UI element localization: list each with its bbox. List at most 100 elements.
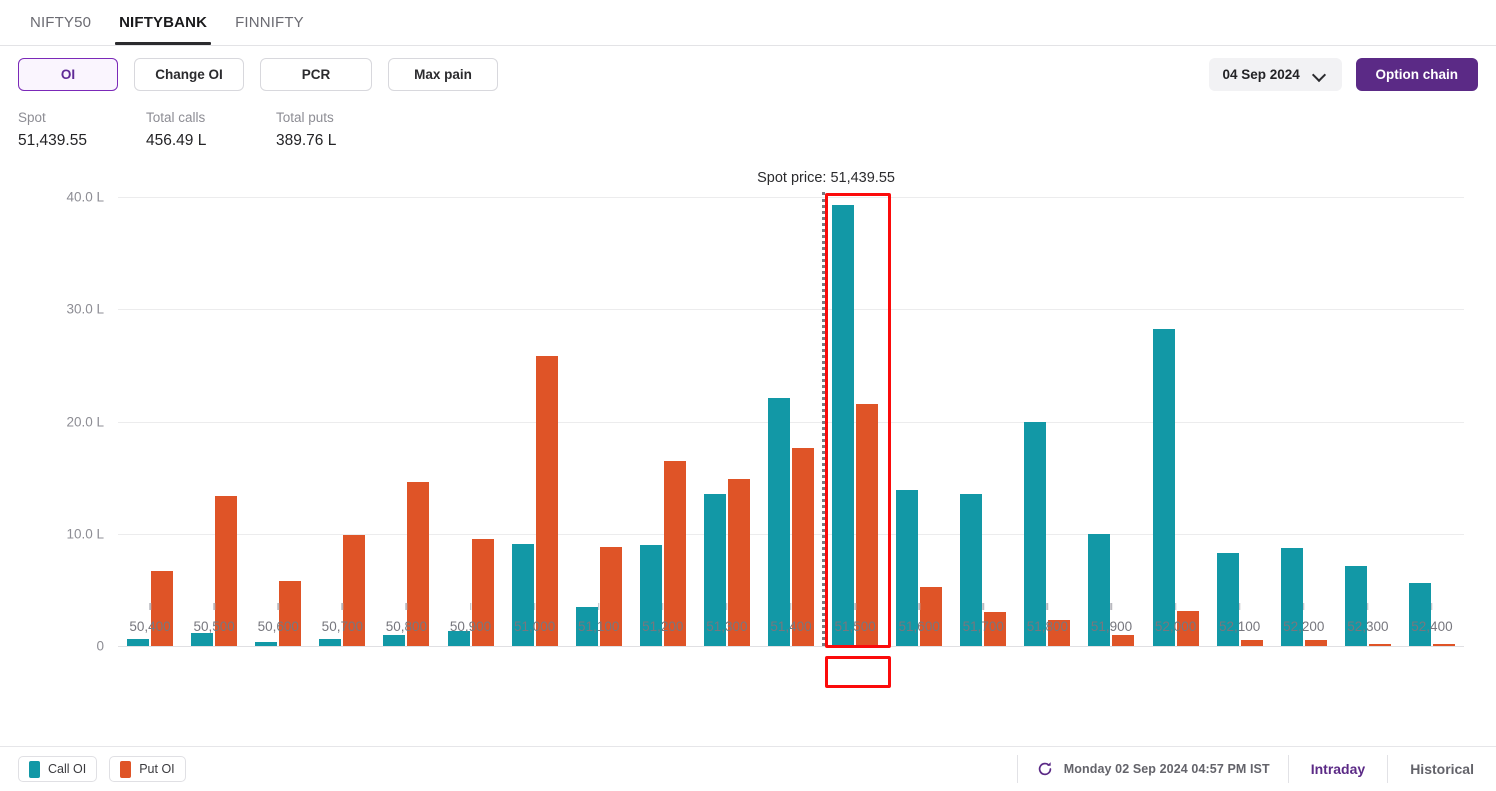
bar-put-oi[interactable] [1304, 640, 1327, 646]
bar-call-oi[interactable] [1152, 329, 1175, 646]
x-axis-tick-label: 50,400 [129, 619, 171, 634]
chart-category[interactable]: 51,500 [823, 168, 887, 646]
chart-category[interactable]: 50,600 [246, 168, 310, 646]
footer-link-intraday[interactable]: Intraday [1307, 761, 1369, 777]
metric-button-max-pain[interactable]: Max pain [388, 58, 498, 91]
legend-item-put-oi[interactable]: Put OI [109, 756, 186, 782]
option-chain-button[interactable]: Option chain [1355, 58, 1478, 91]
bar-call-oi[interactable] [832, 204, 855, 646]
x-axis-tick [662, 603, 664, 610]
bar-call-oi[interactable] [319, 639, 342, 646]
footer-divider-3 [1387, 755, 1389, 783]
y-axis-tick-label: 40.0 L [66, 189, 104, 205]
metric-button-oi[interactable]: OI [18, 58, 118, 91]
legend-swatch [120, 760, 132, 778]
footer-link-historical[interactable]: Historical [1406, 761, 1478, 777]
chart-category[interactable]: 50,400 [118, 168, 182, 646]
x-axis-tick-label: 52,100 [1219, 619, 1261, 634]
bar-put-oi[interactable] [1432, 643, 1455, 646]
x-axis-tick-label: 52,000 [1154, 619, 1197, 634]
bar-group [1144, 168, 1208, 646]
chart-categories: 50,400 50,500 50,600 50,700 50,800 50,900 51,0… [118, 168, 1464, 688]
chart-category[interactable]: 50,700 [310, 168, 374, 646]
chart-category[interactable]: 50,900 [438, 168, 502, 646]
y-axis-tick-label: 0 [96, 638, 104, 654]
stat-label: Spot [18, 110, 46, 125]
chart-category[interactable]: 50,500 [182, 168, 246, 646]
bar-put-oi[interactable] [151, 570, 174, 646]
bar-group [1079, 168, 1143, 646]
legend-item-call-oi[interactable]: Call OI [18, 756, 98, 782]
index-tabbar: NIFTY50 NIFTYBANK FINNIFTY [0, 0, 1496, 46]
oi-chart: 0 10.0 L 20.0 L 30.0 L 40.0 L 50,400 50,500 50… [0, 168, 1496, 746]
x-axis-tick [213, 603, 215, 610]
bar-call-oi[interactable] [383, 634, 406, 646]
expiry-date-select[interactable]: 04 Sep 2024 [1208, 58, 1342, 91]
summary-stats: Spot 51,439.55 Total calls 456.49 L Total pu… [18, 108, 416, 152]
legend-label: Put OI [139, 762, 175, 776]
bar-group [438, 168, 502, 646]
chart-legend: Call OI Put OI [18, 756, 186, 782]
bar-group [887, 168, 951, 646]
bar-put-oi[interactable] [1112, 634, 1135, 646]
chart-category[interactable]: 52,100 [1208, 168, 1272, 646]
bar-put-oi[interactable] [1240, 640, 1263, 646]
chart-category[interactable]: 52,300 [1336, 168, 1400, 646]
bar-call-oi[interactable] [1024, 421, 1047, 646]
tab-nifty50[interactable]: NIFTY50 [16, 0, 105, 44]
bar-call-oi[interactable] [127, 639, 150, 646]
x-axis-tick-label: 50,600 [257, 619, 299, 634]
chart-category[interactable]: 51,200 [631, 168, 695, 646]
chart-category[interactable]: 51,700 [951, 168, 1015, 646]
chart-footer: Call OI Put OI Monday 02 Sep 2024 04:57 P… [0, 746, 1496, 791]
bar-put-oi[interactable] [856, 403, 879, 646]
chart-category[interactable]: 51,100 [567, 168, 631, 646]
bar-group [951, 168, 1015, 646]
metric-button-change-oi[interactable]: Change OI [134, 58, 244, 91]
chart-category[interactable]: 52,400 [1400, 168, 1464, 646]
bar-call-oi[interactable] [255, 641, 278, 646]
chart-category[interactable]: 51,800 [1015, 168, 1079, 646]
highlight-box-label [825, 656, 892, 688]
tab-niftybank[interactable]: NIFTYBANK [105, 0, 221, 45]
x-axis-tick-label: 50,500 [193, 619, 235, 634]
chart-category[interactable]: 51,300 [695, 168, 759, 646]
x-axis-tick [918, 603, 920, 610]
bar-put-oi[interactable] [279, 580, 302, 646]
bar-call-oi[interactable] [767, 397, 790, 646]
x-axis-tick [1367, 603, 1369, 610]
stat-label: Total calls [146, 110, 206, 125]
x-axis-tick [533, 603, 536, 610]
x-axis-tick-label: 51,800 [1026, 619, 1069, 634]
x-axis-tick-label: 51,400 [770, 619, 812, 634]
bar-put-oi[interactable] [920, 586, 943, 646]
bar-group [503, 168, 567, 646]
x-axis-tick [1431, 603, 1433, 610]
chart-category[interactable]: 51,600 [887, 168, 951, 646]
chart-category[interactable]: 51,000 [503, 168, 567, 646]
bar-put-oi[interactable] [1368, 644, 1391, 646]
chart-category[interactable]: 52,000 [1144, 168, 1208, 646]
legend-label: Call OI [48, 762, 87, 776]
chart-category[interactable]: 50,800 [374, 168, 438, 646]
chart-category[interactable]: 51,900 [1079, 168, 1143, 646]
x-axis-tick-label: 51,700 [962, 619, 1004, 634]
chart-category[interactable]: 51,400 [759, 168, 823, 646]
expiry-date-value: 04 Sep 2024 [1222, 67, 1300, 82]
x-axis-tick [1303, 603, 1305, 610]
legend-swatch [29, 760, 40, 778]
metric-button-pcr[interactable]: PCR [260, 58, 372, 91]
y-axis-labels: 0 10.0 L 20.0 L 30.0 L 40.0 L [0, 168, 104, 654]
bar-group [631, 168, 695, 646]
tab-finnifty[interactable]: FINNIFTY [221, 0, 318, 44]
bar-call-oi[interactable] [1408, 583, 1431, 646]
x-axis-tick [1110, 603, 1113, 610]
bar-put-oi[interactable] [535, 356, 558, 646]
refresh-icon[interactable] [1036, 760, 1054, 778]
chart-category[interactable]: 52,200 [1272, 168, 1336, 646]
x-axis-tick [854, 603, 856, 610]
stat-spot: Spot 51,439.55 [18, 108, 146, 152]
bar-call-oi[interactable] [191, 632, 214, 646]
bar-put-oi[interactable] [791, 448, 814, 646]
bar-call-oi[interactable] [1344, 566, 1367, 646]
